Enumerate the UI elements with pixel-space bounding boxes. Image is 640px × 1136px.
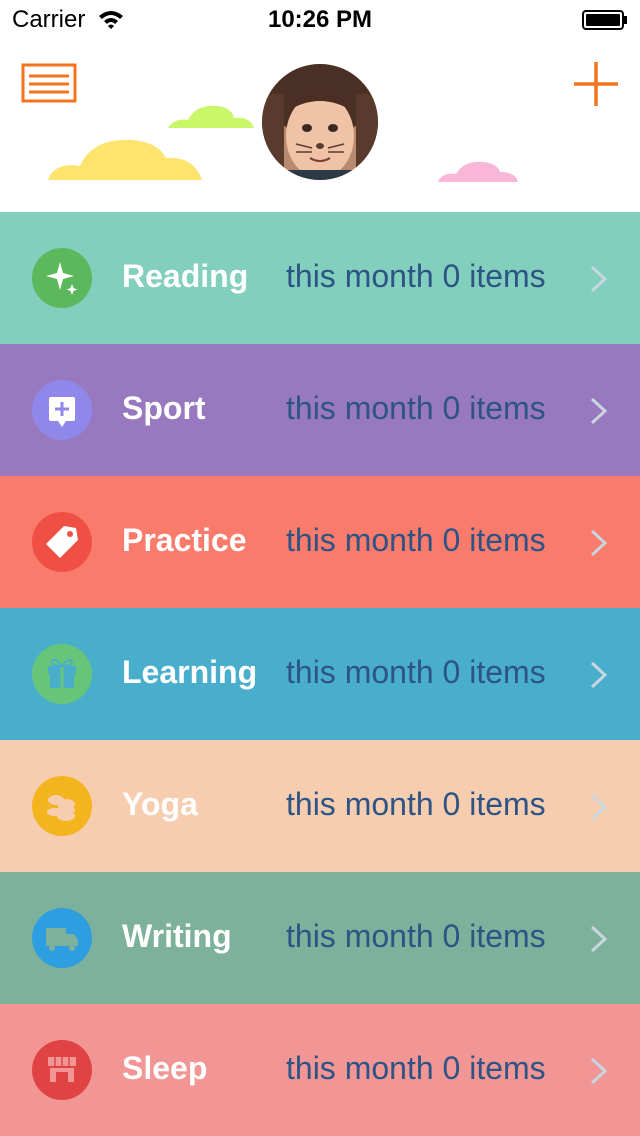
category-label: Yoga xyxy=(122,786,198,822)
category-count: this month 0 items xyxy=(286,918,546,954)
chevron-right-icon xyxy=(590,397,608,425)
header xyxy=(0,40,640,212)
category-count: this month 0 items xyxy=(286,654,546,690)
cloud-yellow-icon xyxy=(48,139,202,180)
tag-icon xyxy=(32,512,92,572)
status-bar: Carrier 10:26 PM xyxy=(0,0,640,40)
category-label: Writing xyxy=(122,918,232,954)
category-label: Reading xyxy=(122,258,249,294)
category-count: this month 0 items xyxy=(286,1050,546,1086)
chevron-right-icon xyxy=(590,1057,608,1085)
plus-box-icon xyxy=(32,380,92,440)
category-row-sport[interactable]: Sport this month 0 items xyxy=(0,344,640,476)
sparkle-icon xyxy=(32,248,92,308)
truck-icon xyxy=(32,908,92,968)
category-label: Sport xyxy=(122,390,206,426)
category-label: Learning xyxy=(122,654,258,690)
cloud-pink-icon xyxy=(438,161,518,182)
gift-icon xyxy=(32,644,92,704)
category-row-learning[interactable]: Learning this month 0 items xyxy=(0,608,640,740)
category-count: this month 0 items xyxy=(286,786,546,822)
category-count: this month 0 items xyxy=(286,258,546,294)
cloud-green-icon xyxy=(168,105,254,128)
chevron-right-icon xyxy=(590,661,608,689)
category-count: this month 0 items xyxy=(286,522,546,558)
category-row-yoga[interactable]: Yoga this month 0 items xyxy=(0,740,640,872)
category-row-practice[interactable]: Practice this month 0 items xyxy=(0,476,640,608)
menu-icon[interactable] xyxy=(20,62,78,104)
child-portrait-image xyxy=(262,64,378,180)
coins-icon xyxy=(32,776,92,836)
avatar[interactable] xyxy=(262,64,378,180)
battery-icon xyxy=(582,10,627,30)
category-list: Reading this month 0 items Sport this mo… xyxy=(0,212,640,1136)
category-row-writing[interactable]: Writing this month 0 items xyxy=(0,872,640,1004)
category-label: Practice xyxy=(122,522,247,558)
chevron-right-icon xyxy=(590,925,608,953)
store-icon xyxy=(32,1040,92,1100)
category-count: this month 0 items xyxy=(286,390,546,426)
clock-time: 10:26 PM xyxy=(267,6,373,33)
chevron-right-icon xyxy=(590,793,608,821)
category-row-sleep[interactable]: Sleep this month 0 items xyxy=(0,1004,640,1136)
category-label: Sleep xyxy=(122,1050,208,1086)
plus-icon[interactable] xyxy=(572,60,620,108)
chevron-right-icon xyxy=(590,529,608,557)
chevron-right-icon xyxy=(590,265,608,293)
category-row-reading[interactable]: Reading this month 0 items xyxy=(0,212,640,344)
